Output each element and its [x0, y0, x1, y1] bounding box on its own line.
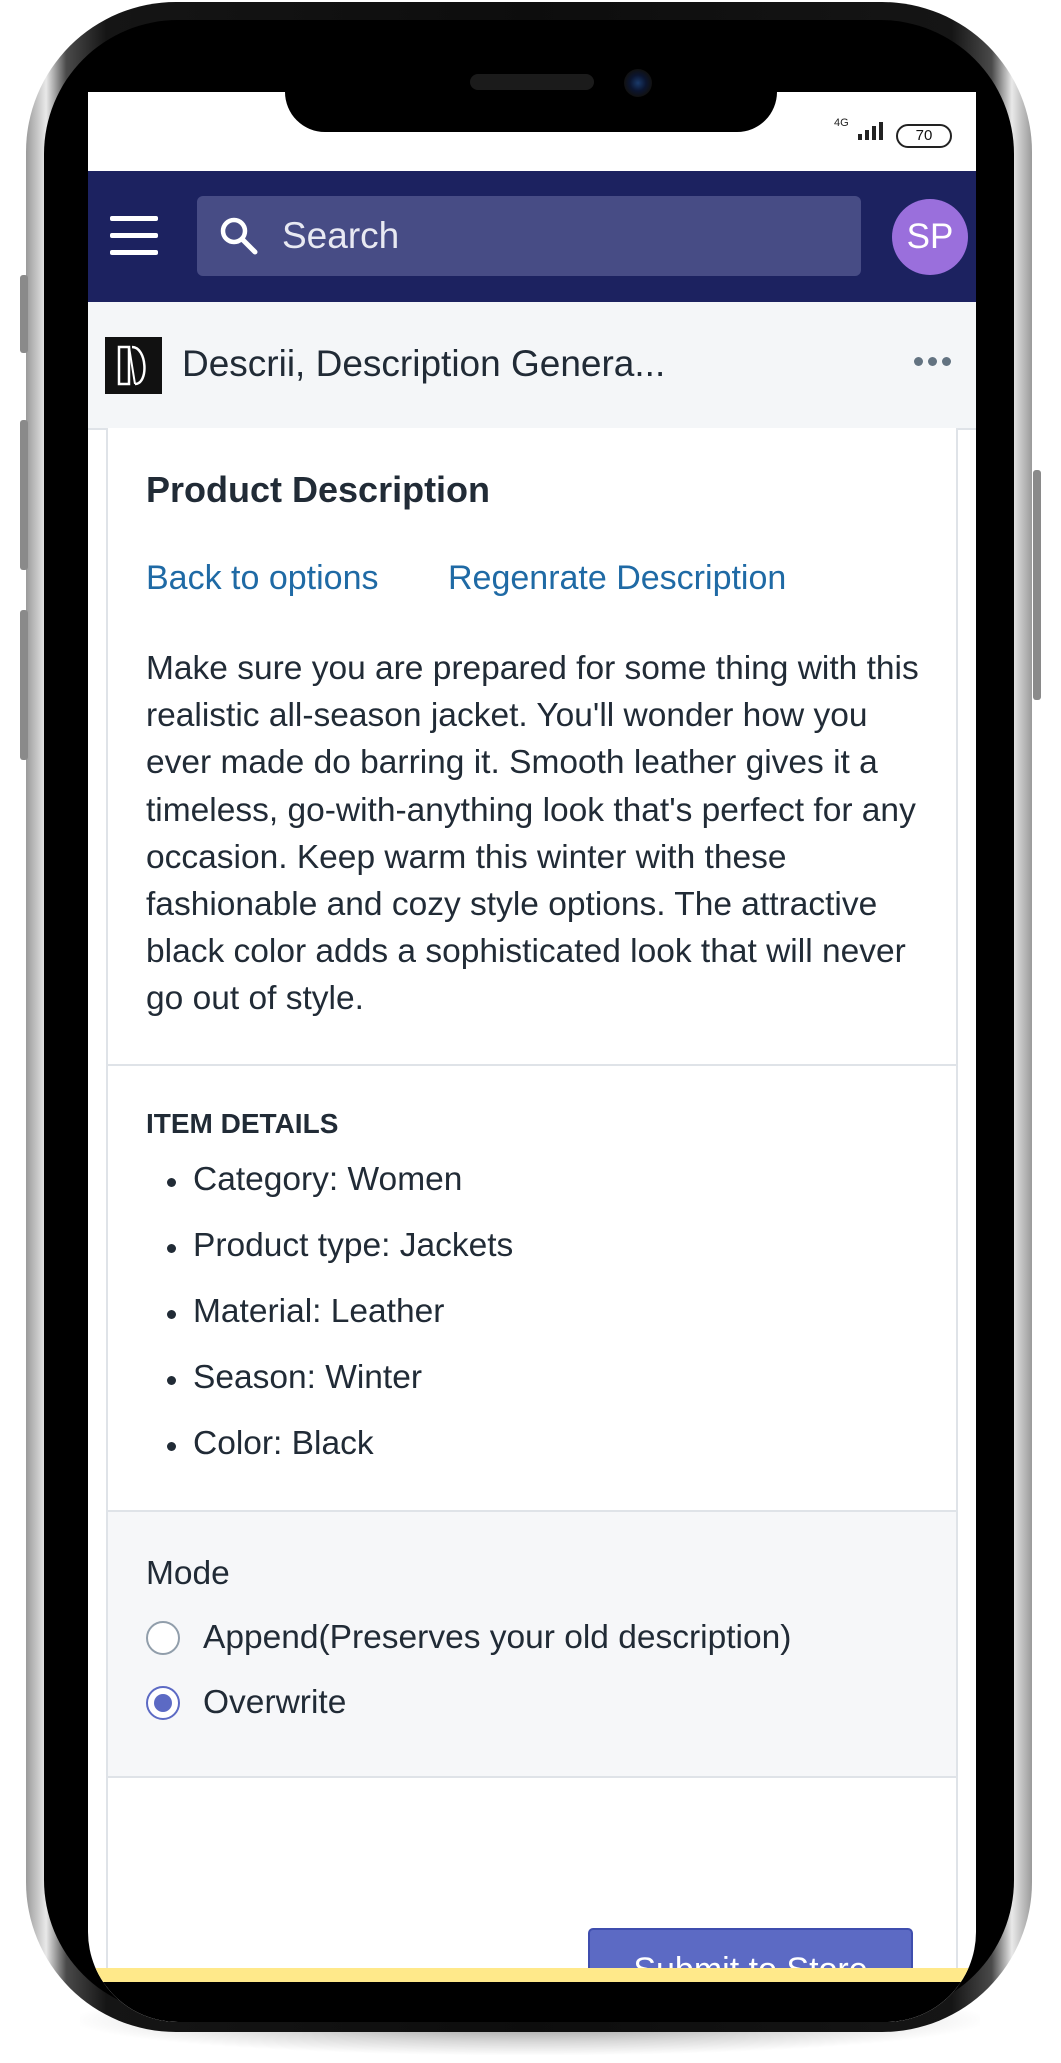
top-bar: Search SP: [88, 171, 976, 302]
detail-product-type: Product type: Jackets: [146, 1224, 513, 1290]
front-camera: [624, 69, 652, 97]
item-details-list: Category: Women Product type: Jackets Ma…: [146, 1158, 513, 1488]
detail-material: Material: Leather: [146, 1290, 513, 1356]
screen: 4G 70 Search SP Descrii, Description Gen…: [88, 92, 976, 2022]
bottom-bezel: [88, 1982, 976, 2022]
detail-category: Category: Women: [146, 1158, 513, 1224]
bottom-strip: [88, 1968, 976, 1982]
mode-section: Mode Append(Preserves your old descripti…: [108, 1512, 956, 1778]
speaker-grille: [470, 74, 594, 90]
description-card: Product Description Back to options Rege…: [106, 428, 958, 2022]
signal-icon: [858, 122, 883, 140]
item-details-heading: ITEM DETAILS: [146, 1108, 339, 1139]
page-title: Product Description: [146, 469, 491, 510]
network-type: 4G: [834, 117, 849, 129]
power-button: [1033, 470, 1041, 700]
overwrite-radio[interactable]: [146, 1686, 180, 1720]
mode-label: Mode: [146, 1555, 230, 1592]
detail-season: Season: Winter: [146, 1356, 513, 1422]
battery-indicator: 70: [896, 124, 952, 148]
description-section: Product Description Back to options Rege…: [108, 428, 956, 1066]
item-details-section: ITEM DETAILS Category: Women Product typ…: [108, 1066, 956, 1512]
volume-down-button: [20, 610, 28, 760]
volume-up-button: [20, 420, 28, 570]
silent-switch: [20, 275, 28, 353]
overwrite-label: Overwrite: [203, 1684, 347, 1721]
app-header: Descrii, Description Genera...: [88, 302, 976, 430]
notch: [285, 92, 777, 132]
mode-option-append[interactable]: Append(Preserves your old description): [146, 1615, 791, 1661]
more-horizontal-icon[interactable]: [914, 357, 951, 366]
search-icon: [220, 217, 258, 255]
back-to-options-link[interactable]: Back to options: [146, 556, 378, 600]
search-placeholder: Search: [282, 215, 400, 256]
regenerate-description-link[interactable]: Regenrate Description: [448, 556, 786, 600]
descrii-logo-icon: [105, 337, 162, 394]
product-description-text: Make sure you are prepared for some thin…: [146, 650, 919, 1018]
mode-option-overwrite[interactable]: Overwrite: [146, 1680, 346, 1726]
append-label: Append(Preserves your old description): [203, 1619, 792, 1656]
detail-color: Color: Black: [146, 1422, 513, 1488]
search-bar[interactable]: Search: [197, 196, 861, 276]
append-radio[interactable]: [146, 1621, 180, 1655]
app-title: Descrii, Description Genera...: [182, 343, 666, 384]
hamburger-icon[interactable]: [110, 216, 158, 256]
avatar[interactable]: SP: [892, 199, 968, 275]
